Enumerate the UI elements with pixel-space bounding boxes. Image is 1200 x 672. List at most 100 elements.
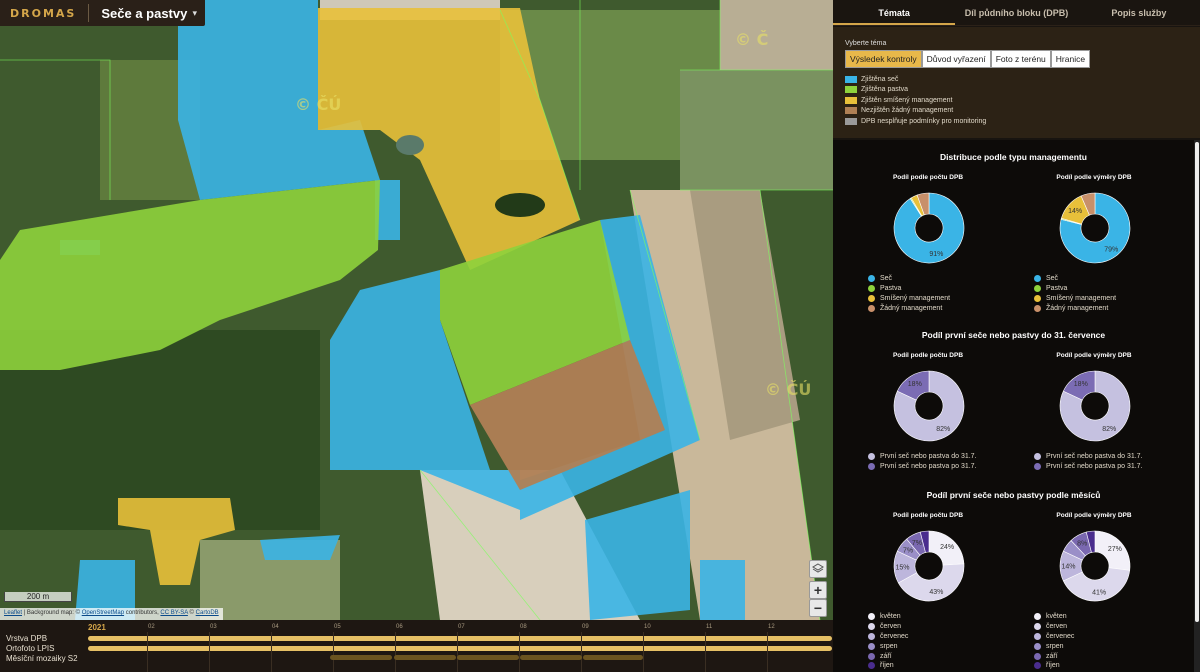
chart-legend-item[interactable]: Pastva <box>868 284 950 294</box>
legend-dot <box>1034 294 1041 302</box>
chart-legend-item[interactable]: září <box>868 651 908 661</box>
layers-icon[interactable] <box>809 560 827 578</box>
theme-legend: Zjištěna seč Zjištěna pastva Zjištěn smíše… <box>845 74 1188 127</box>
legend-dot <box>1034 642 1041 650</box>
chart-legend: Seč Pastva Smíšený management Žádný managem… <box>868 274 950 313</box>
chart-legend-item[interactable]: Seč <box>868 274 950 284</box>
legend-label: Nezjištěn žádný management <box>861 107 954 115</box>
legend-dot <box>1034 652 1041 660</box>
timeline-month-label: 08 <box>520 624 527 630</box>
chart-legend: Seč Pastva Smíšený management Žádný managem… <box>1034 274 1116 313</box>
chart-legend-label: Smíšený management <box>1046 294 1117 302</box>
chart-legend-item[interactable]: srpen <box>1034 641 1074 651</box>
legend-swatch <box>845 75 857 83</box>
timeline-month-label: 07 <box>458 624 465 630</box>
legend-item: Zjištěna pastva <box>845 85 1188 96</box>
zoom-in-button[interactable]: + <box>809 581 827 599</box>
legend-label: Zjištěna pastva <box>861 86 909 94</box>
pie-data-label: 24% <box>940 544 954 551</box>
cc-link[interactable]: CC BY-SA <box>160 610 187 616</box>
chart-legend-item[interactable]: říjen <box>868 661 908 671</box>
tab-dpb[interactable]: Díl půdního bloku (DPB) <box>955 0 1077 25</box>
legend-dot <box>1034 285 1041 293</box>
timeline-gridline <box>333 632 334 672</box>
zoom-out-button[interactable]: − <box>809 599 827 617</box>
theme-buttons: Výsledek kontroly Důvod vyřazení Foto z … <box>845 50 1188 68</box>
chart-legend-item[interactable]: červenec <box>868 632 908 642</box>
theme-button-duvod[interactable]: Důvod vyřazení <box>921 50 991 68</box>
chart-legend-label: První seč nebo pastva do 31.7. <box>1046 453 1143 461</box>
chart-legend-item[interactable]: červenec <box>1034 632 1074 642</box>
osm-link[interactable]: OpenStreetMap <box>82 610 124 616</box>
chart-legend-item[interactable]: První seč nebo pastva do 31.7. <box>1034 452 1143 462</box>
chart-legend-item[interactable]: Žádný management <box>868 303 950 313</box>
legend-dot <box>868 453 875 461</box>
legend-label: Zjištěn smíšený management <box>861 96 953 104</box>
timeline[interactable]: 2021 Vrstva DPB Ortofoto LPIS Měsíční mo… <box>0 620 833 672</box>
donut-chart[interactable]: 91% <box>893 192 965 264</box>
chart-legend-item[interactable]: říjen <box>1034 661 1074 671</box>
legend-swatch <box>845 117 857 125</box>
chart-legend-item[interactable]: červen <box>868 622 908 632</box>
donut-chart[interactable]: 27% 41% 14% 8% <box>1059 530 1131 602</box>
brand-bar[interactable]: DROMAS Seče a pastvy ▾ <box>0 0 205 26</box>
timeline-gridline <box>581 632 582 672</box>
timeline-segment[interactable] <box>330 655 392 660</box>
donut-chart[interactable]: 82% 18% <box>1059 370 1131 442</box>
leaflet-link[interactable]: Leaflet <box>4 610 22 616</box>
tab-popis-sluzby[interactable]: Popis služby <box>1078 0 1200 25</box>
chart-legend-item[interactable]: červen <box>1034 622 1074 632</box>
chart-legend-label: květen <box>1046 613 1067 621</box>
app-root: © ČÚ © ČÚ © Č DROMAS Seče a pastvy ▾ + −… <box>0 0 1200 672</box>
pie-data-label: 43% <box>929 589 943 596</box>
timeline-track-ortofoto[interactable] <box>88 646 832 651</box>
timeline-segment[interactable] <box>394 655 456 660</box>
chart-legend-item[interactable]: První seč nebo pastva po 31.7. <box>868 462 977 472</box>
donut-chart[interactable]: 82% 18% <box>893 370 965 442</box>
chart-legend-item[interactable]: První seč nebo pastva do 31.7. <box>868 452 977 462</box>
chart-legend-item[interactable]: Pastva <box>1034 284 1116 294</box>
chart-legend-item[interactable]: První seč nebo pastva po 31.7. <box>1034 462 1143 472</box>
chart-legend-item[interactable]: Žádný management <box>1034 303 1116 313</box>
timeline-segment[interactable] <box>583 655 643 660</box>
timeline-segment[interactable] <box>457 655 519 660</box>
legend-item: Zjištěna seč <box>845 74 1188 85</box>
chart-legend-label: září <box>880 652 892 660</box>
carto-link[interactable]: CartoDB <box>196 610 219 616</box>
map-view[interactable]: © ČÚ © ČÚ © Č DROMAS Seče a pastvy ▾ + −… <box>0 0 833 620</box>
chart-legend-item[interactable]: Seč <box>1034 274 1116 284</box>
chart-legend-item[interactable]: květen <box>1034 612 1074 622</box>
chart-legend-label: Pastva <box>1046 285 1068 293</box>
chevron-down-icon[interactable]: ▾ <box>192 8 205 19</box>
donut-chart[interactable]: 79% 14% <box>1059 192 1131 264</box>
map-canvas[interactable]: © ČÚ © ČÚ © Č <box>0 0 833 620</box>
donut-chart[interactable]: 24% 43% 15% 7%7% <box>893 530 965 602</box>
chart-legend-item[interactable]: Smíšený management <box>868 294 950 304</box>
timeline-segment[interactable] <box>520 655 582 660</box>
legend-dot <box>1034 453 1041 461</box>
chart-legend-item[interactable]: srpen <box>868 641 908 651</box>
timeline-track-dpb[interactable] <box>88 636 832 641</box>
legend-dot <box>868 662 875 670</box>
chart-legend-item[interactable]: květen <box>868 612 908 622</box>
chart-legend-item[interactable]: září <box>1034 651 1074 661</box>
chart-legend-item[interactable]: Smíšený management <box>1034 294 1116 304</box>
pie-data-label: 7% <box>912 540 922 547</box>
pie-data-label: 41% <box>1092 590 1106 597</box>
theme-button-hranice[interactable]: Hranice <box>1050 50 1091 68</box>
scrollbar-thumb[interactable] <box>1195 142 1199 622</box>
tab-temata[interactable]: Témata <box>833 0 956 25</box>
theme-button-foto[interactable]: Foto z terénu <box>990 50 1051 68</box>
timeline-month-label: 03 <box>210 624 217 630</box>
pie-data-label: 8% <box>1077 540 1087 547</box>
timeline-gridline <box>271 632 272 672</box>
legend-dot <box>868 294 875 302</box>
charts-area: Distribuce podle typu managementu Podíl p… <box>833 140 1194 672</box>
legend-item: Zjištěn smíšený management <box>845 95 1188 106</box>
pie-data-label: 18% <box>908 381 922 388</box>
side-panel: Témata Díl půdního bloku (DPB) Popis slu… <box>833 0 1200 672</box>
timeline-month-label: 11 <box>706 624 713 630</box>
app-title[interactable]: Seče a pastvy <box>89 6 192 21</box>
theme-button-vysledek[interactable]: Výsledek kontroly <box>845 50 922 68</box>
pie-data-label: 18% <box>1074 381 1088 388</box>
